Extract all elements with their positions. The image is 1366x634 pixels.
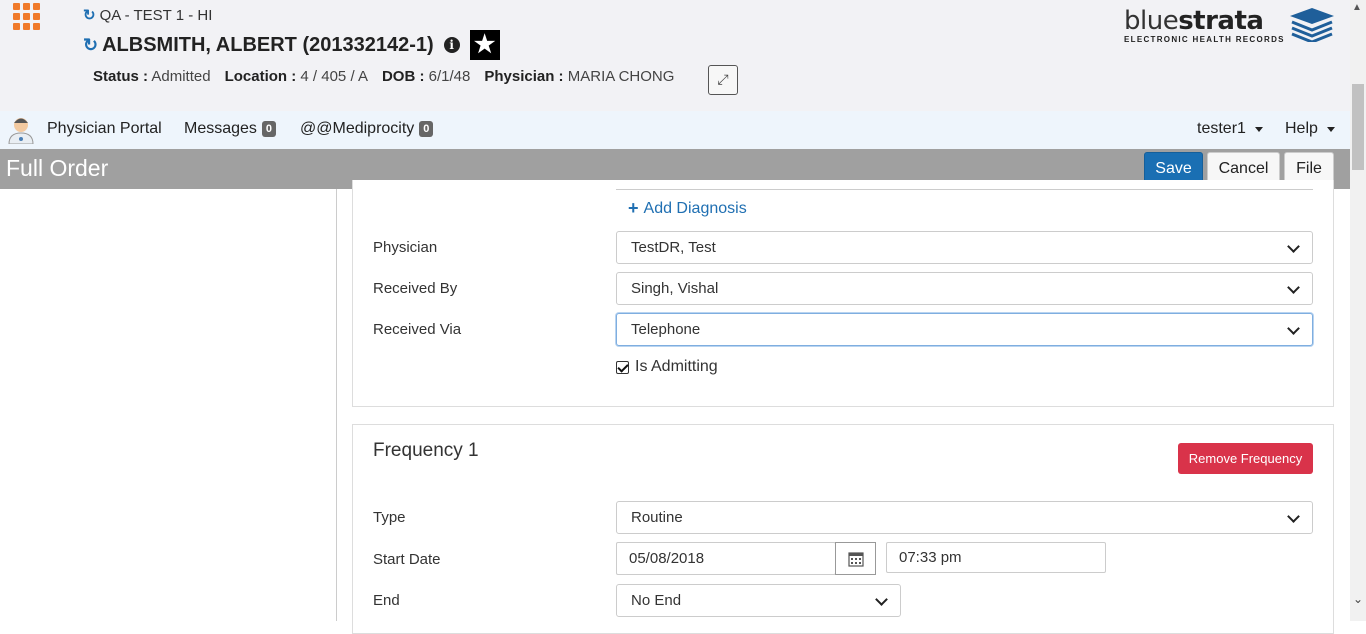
calendar-icon — [848, 552, 864, 567]
is-admitting-checkbox[interactable] — [616, 360, 629, 374]
diagnosis-field-edge — [616, 189, 1313, 190]
physician-select[interactable]: TestDR, Test — [616, 231, 1313, 264]
remove-frequency-button[interactable]: Remove Frequency — [1178, 443, 1313, 474]
chevron-down-icon — [1287, 510, 1300, 523]
messages-count-badge: 0 — [261, 121, 277, 137]
doctor-avatar-icon — [8, 118, 34, 144]
chevron-down-icon — [1287, 281, 1300, 294]
scroll-thumb[interactable] — [1352, 84, 1364, 170]
patient-header: ↻ QA - TEST 1 - HI ↻ ALBSMITH, ALBERT (2… — [0, 0, 1350, 111]
nav-physician-portal[interactable]: Physician Portal — [47, 120, 162, 138]
physician-label: Physician — [373, 239, 438, 256]
chevron-down-icon — [1287, 240, 1300, 253]
type-label: Type — [373, 509, 406, 526]
facility-row: ↻ QA - TEST 1 - HI — [83, 6, 213, 25]
facility-name: QA - TEST 1 - HI — [99, 6, 213, 24]
received-via-select[interactable]: Telephone — [616, 313, 1313, 346]
top-navbar: Physician Portal Messages 0 @@Mediprocit… — [0, 111, 1350, 149]
dob-field: DOB : 6/1/48 — [381, 68, 471, 85]
layers-logo-icon — [1290, 8, 1334, 42]
scroll-down-icon[interactable]: ⌄ — [1350, 592, 1366, 606]
add-diagnosis-link[interactable]: + Add Diagnosis — [628, 198, 747, 219]
expand-icon: ⤢ — [717, 71, 729, 87]
location-field: Location : 4 / 405 / A — [224, 68, 368, 85]
help-menu[interactable]: Help — [1285, 120, 1335, 138]
refresh-icon[interactable]: ↻ — [83, 6, 96, 24]
calendar-button[interactable] — [835, 542, 876, 575]
apps-grid-icon[interactable] — [13, 3, 40, 30]
received-by-label: Received By — [373, 280, 458, 297]
scroll-up-icon[interactable]: ▲ — [1352, 2, 1362, 13]
end-label: End — [373, 592, 400, 609]
info-icon[interactable]: i — [443, 37, 460, 53]
caret-down-icon — [1254, 126, 1263, 132]
start-date-input[interactable]: 05/08/2018 — [616, 542, 836, 575]
status-field: Status : Admitted — [93, 68, 211, 85]
chevron-down-icon — [1287, 322, 1300, 335]
frequency-title: Frequency 1 — [373, 440, 479, 461]
page-title: Full Order — [6, 155, 109, 181]
nav-messages[interactable]: Messages 0 — [184, 120, 277, 138]
received-via-label: Received Via — [373, 321, 462, 338]
physician-field: Physician : MARIA CHONG — [484, 68, 675, 85]
expand-button[interactable]: ⤢ — [708, 65, 738, 95]
received-by-select[interactable]: Singh, Vishal — [616, 272, 1313, 305]
is-admitting-label: Is Admitting — [635, 358, 718, 375]
end-select[interactable]: No End — [616, 584, 901, 617]
user-menu[interactable]: tester1 — [1197, 120, 1263, 138]
bluestrata-logo: bluestrata ELECTRONIC HEALTH RECORDS — [1124, 6, 1336, 46]
is-admitting-row[interactable]: Is Admitting — [616, 358, 718, 376]
chevron-down-icon — [875, 593, 888, 606]
patient-name-row: ↻ ALBSMITH, ALBERT (201332142-1) i ★ — [83, 30, 500, 60]
patient-demographics: Status : Admitted Location : 4 / 405 / A… — [93, 68, 674, 85]
start-time-input[interactable]: 07:33 pm — [886, 542, 1106, 573]
nav-mediprocity[interactable]: @@Mediprocity 0 — [300, 120, 434, 138]
start-date-label: Start Date — [373, 551, 441, 568]
star-badge-icon: ★ — [469, 30, 500, 60]
patient-name: ALBSMITH, ALBERT (201332142-1) — [102, 33, 434, 56]
left-panel — [0, 189, 337, 621]
plus-icon: + — [628, 198, 639, 218]
mediprocity-count-badge: 0 — [419, 121, 434, 137]
caret-down-icon — [1326, 126, 1335, 132]
refresh-icon[interactable]: ↻ — [83, 35, 98, 56]
type-select[interactable]: Routine — [616, 501, 1313, 534]
